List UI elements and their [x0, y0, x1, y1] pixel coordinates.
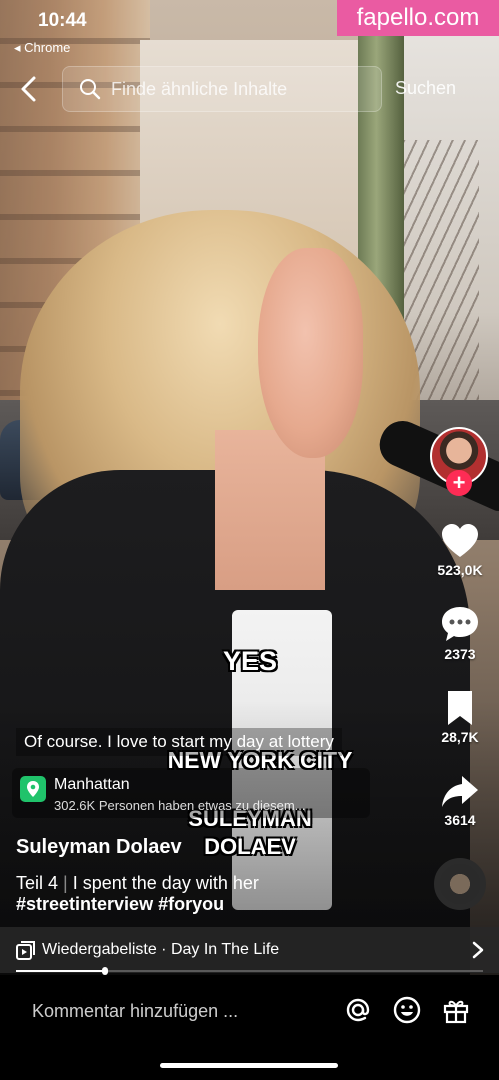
save-count: 28,7K	[441, 729, 479, 745]
back-button[interactable]	[14, 72, 44, 106]
comment-icon[interactable]	[440, 604, 480, 644]
search-icon	[80, 79, 101, 100]
part-label: Teil 4	[16, 873, 59, 893]
video-progress-thumb[interactable]	[101, 967, 108, 975]
emoji-icon[interactable]	[392, 995, 422, 1025]
back-to-app-link[interactable]: ◂ Chrome	[14, 40, 70, 56]
share-icon[interactable]	[440, 772, 480, 812]
music-disc[interactable]	[434, 858, 486, 910]
caption-name-line-2: DOLAEV	[204, 834, 296, 859]
at-icon[interactable]	[343, 995, 373, 1025]
caption-yes: YES	[222, 646, 278, 676]
comment-input[interactable]	[32, 997, 312, 1025]
subtitle-line: Of course. I love to start my day at lot…	[16, 728, 342, 756]
playlist-label: Wiedergabeliste · Day In The Life	[42, 941, 280, 958]
author-name[interactable]: Suleyman Dolaev	[16, 836, 182, 859]
description-text: I spent the day with her	[72, 873, 259, 893]
person-face	[258, 248, 363, 458]
location-subtitle: 302.6K Personen haben etwas zu diesem...	[54, 798, 306, 813]
comment-count: 2373	[444, 646, 476, 662]
search-placeholder[interactable]: Finde ähnliche Inhalte	[111, 79, 287, 100]
status-time: 10:44	[38, 10, 87, 31]
back-chevron-icon	[21, 76, 36, 102]
gift-icon[interactable]	[441, 995, 471, 1025]
search-submit-button[interactable]: Suchen	[395, 78, 456, 99]
home-indicator[interactable]	[160, 1063, 338, 1068]
watermark: fapello.com	[337, 0, 499, 36]
post-description: Teil 4 | I spent the day with her	[16, 872, 396, 894]
video-progress-fill	[16, 970, 105, 972]
location-card[interactable]: Manhattan 302.6K Personen haben etwas zu…	[12, 768, 370, 818]
share-count: 3614	[444, 812, 476, 828]
playlist-bar[interactable]: Wiedergabeliste · Day In The Life	[0, 927, 499, 973]
like-count: 523,0K	[437, 562, 483, 578]
hashtags[interactable]: #streetinterview #foryou	[16, 894, 224, 915]
description-separator: |	[63, 873, 68, 893]
bookmark-icon[interactable]	[440, 688, 480, 728]
playlist-icon	[16, 941, 35, 960]
location-name: Manhattan	[54, 776, 130, 793]
follow-button[interactable]: +	[446, 470, 472, 496]
heart-icon[interactable]	[440, 522, 480, 562]
location-pin-icon	[20, 776, 46, 802]
chevron-right-icon	[472, 941, 484, 959]
video-progress-bar[interactable]	[16, 967, 483, 975]
search-field[interactable]: Finde ähnliche Inhalte	[62, 66, 382, 112]
